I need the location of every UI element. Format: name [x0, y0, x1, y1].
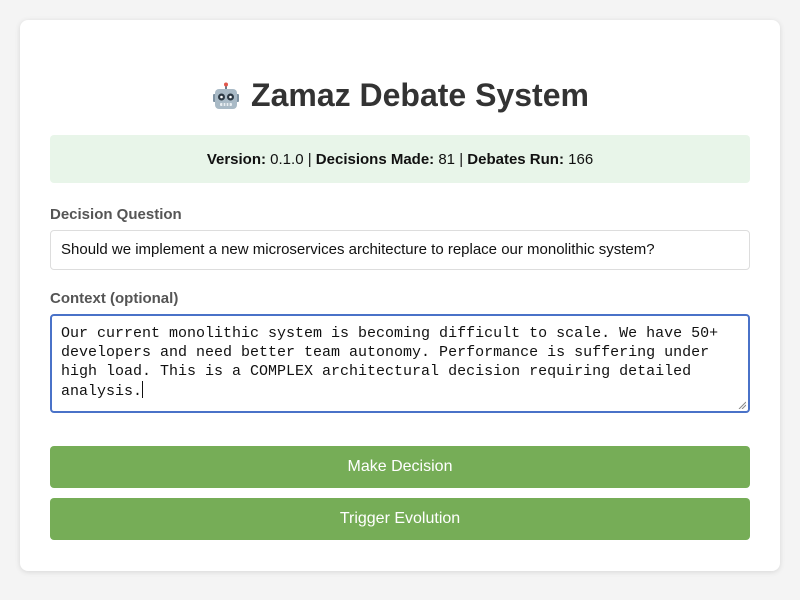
- make-decision-button[interactable]: Make Decision: [50, 446, 750, 488]
- version-label: Version:: [206, 150, 266, 168]
- stats-bar: Version: 0.1.0 | Decisions Made: 81 | De…: [50, 135, 750, 183]
- context-text: Our current monolithic system is becomin…: [61, 325, 728, 400]
- page-title-text: Zamaz Debate System: [251, 77, 589, 113]
- main-card: Zamaz Debate System Version: 0.1.0 | Dec…: [20, 20, 780, 571]
- trigger-evolution-button[interactable]: Trigger Evolution: [50, 498, 750, 540]
- debates-label: Debates Run:: [467, 150, 564, 168]
- resize-handle-icon[interactable]: [738, 401, 746, 409]
- decisions-label: Decisions Made:: [315, 150, 435, 168]
- debates-value: 166: [568, 150, 594, 168]
- robot-icon: [211, 80, 241, 110]
- question-input[interactable]: Should we implement a new microservices …: [50, 230, 750, 270]
- question-label: Decision Question: [50, 206, 182, 223]
- context-label: Context (optional): [50, 290, 179, 307]
- text-cursor: [142, 381, 144, 398]
- stats-separator: |: [459, 150, 464, 168]
- stats-separator: |: [307, 150, 312, 168]
- context-textarea[interactable]: Our current monolithic system is becomin…: [50, 314, 750, 413]
- decisions-value: 81: [438, 150, 456, 168]
- version-value: 0.1.0: [270, 150, 304, 168]
- page-title: Zamaz Debate System: [50, 74, 750, 116]
